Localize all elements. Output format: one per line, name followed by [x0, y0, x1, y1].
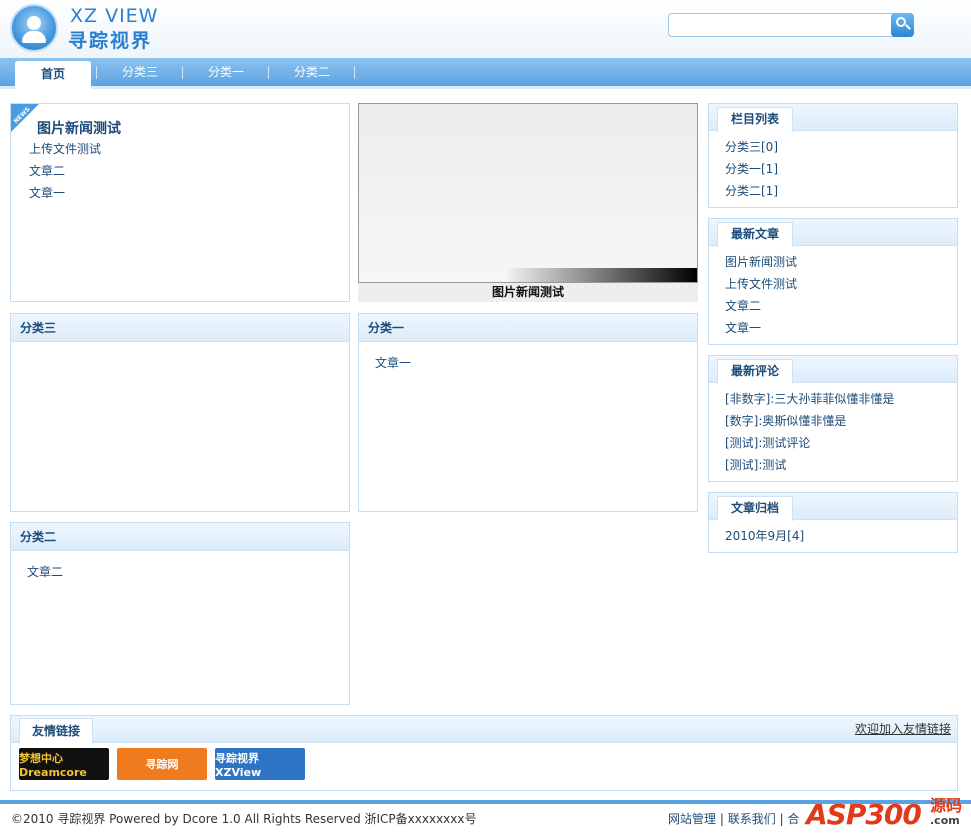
- category-list: 文章二: [11, 551, 349, 593]
- search-input[interactable]: [668, 13, 914, 37]
- friend-links-title: 友情链接: [19, 718, 94, 744]
- sidebar-comments: 最新评论 [非数字]:三大孙菲菲似懂非懂是 [数字]:奥斯似懂非懂是 [测试]:…: [708, 355, 958, 482]
- site-admin-link[interactable]: 网站管理: [668, 812, 716, 826]
- contact-link[interactable]: 联系我们: [728, 812, 776, 826]
- nav-item-home[interactable]: 首页: [15, 61, 91, 89]
- friend-logo-dreamcore[interactable]: 梦想中心 Dreamcore: [19, 748, 109, 780]
- sidebar-columns-title: 栏目列表: [717, 107, 794, 132]
- sidebar-column-link[interactable]: 分类二[1]: [725, 180, 941, 202]
- sidebar-latest-title: 最新文章: [717, 222, 794, 247]
- picture-news-list: NEWS 图片新闻测试 上传文件测试 文章二 文章一: [10, 103, 350, 302]
- article-link[interactable]: 文章二: [27, 561, 333, 583]
- category-box-title[interactable]: 分类二: [11, 523, 349, 551]
- watermark-cn: 源码: [930, 796, 963, 815]
- nav-divider: [96, 66, 97, 79]
- sidebar-comments-title: 最新评论: [717, 359, 794, 384]
- watermark-com: .com: [930, 814, 960, 827]
- sidebar-columns: 栏目列表 分类三[0] 分类一[1] 分类二[1]: [708, 103, 958, 208]
- picture-news-image[interactable]: [358, 103, 698, 283]
- category-box-3: 分类三: [10, 313, 350, 512]
- footer-trunc-link[interactable]: 合: [787, 812, 799, 826]
- sidebar-column-link[interactable]: 分类三[0]: [725, 136, 941, 158]
- friend-logo-xunzong[interactable]: 寻踪网: [117, 748, 207, 780]
- latest-article-link[interactable]: 文章二: [725, 295, 941, 317]
- latest-article-link[interactable]: 图片新闻测试: [725, 251, 941, 273]
- sidebar-archive-title: 文章归档: [717, 496, 794, 521]
- footer-separator: |: [719, 812, 724, 826]
- comment-link[interactable]: [测试]:测试: [725, 454, 941, 476]
- news-link[interactable]: 文章二: [29, 160, 101, 182]
- archive-link[interactable]: 2010年9月[4]: [725, 525, 941, 547]
- watermark-text: ASP300: [806, 798, 922, 831]
- friend-links: 友情链接 欢迎加入友情链接 梦想中心 Dreamcore 寻踪网 寻踪视界 XZ…: [10, 715, 958, 791]
- category-list: [11, 342, 349, 362]
- article-link[interactable]: 文章一: [375, 352, 681, 374]
- nav-divider: [268, 66, 269, 79]
- search-button[interactable]: [891, 13, 914, 37]
- news-link[interactable]: 上传文件测试: [29, 138, 101, 160]
- comment-link[interactable]: [数字]:奥斯似懂非懂是: [725, 410, 941, 432]
- sidebar-latest: 最新文章 图片新闻测试 上传文件测试 文章二 文章一: [708, 218, 958, 345]
- news-headline[interactable]: 图片新闻测试: [37, 118, 121, 138]
- category-box-2: 分类二 文章二: [10, 522, 350, 705]
- friend-logo-xzview[interactable]: 寻踪视界 XZView: [215, 748, 305, 780]
- category-list: 文章一: [359, 342, 697, 384]
- footer-links: 网站管理 | 联系我们 | 合: [668, 810, 799, 827]
- category-box-title[interactable]: 分类一: [359, 314, 697, 342]
- nav-divider: [182, 66, 183, 79]
- nav-divider: [354, 66, 355, 79]
- picture-caption[interactable]: 图片新闻测试: [358, 283, 698, 302]
- news-list: 上传文件测试 文章二 文章一: [29, 138, 101, 204]
- nav-item-category-1[interactable]: 分类一: [184, 58, 268, 86]
- footer-separator: |: [779, 812, 784, 826]
- nav-item-category-2[interactable]: 分类二: [270, 58, 354, 86]
- sidebar-archive: 文章归档 2010年9月[4]: [708, 492, 958, 553]
- header: XZ VIEW 寻踪视界: [0, 0, 971, 58]
- main-nav: 首页 分类三 分类一 分类二: [0, 58, 971, 89]
- news-link[interactable]: 文章一: [29, 182, 101, 204]
- join-links-link[interactable]: 欢迎加入友情链接: [855, 720, 951, 737]
- comment-link[interactable]: [测试]:测试评论: [725, 432, 941, 454]
- latest-article-link[interactable]: 文章一: [725, 317, 941, 339]
- watermark-logo: ASP300 源码 .com: [800, 786, 971, 840]
- footer-copyright: ©2010 寻踪视界 Powered by Dcore 1.0 All Righ…: [11, 812, 477, 826]
- latest-article-link[interactable]: 上传文件测试: [725, 273, 941, 295]
- logo-text-cn[interactable]: 寻踪视界: [68, 26, 152, 53]
- category-box-1: 分类一 文章一: [358, 313, 698, 512]
- nav-item-category-3[interactable]: 分类三: [98, 58, 182, 86]
- logo-text-en[interactable]: XZ VIEW: [70, 5, 158, 27]
- comment-link[interactable]: [非数字]:三大孙菲菲似懂非懂是: [725, 388, 941, 410]
- logo-icon[interactable]: [10, 4, 58, 52]
- image-gradient: [507, 268, 697, 282]
- sidebar-column-link[interactable]: 分类一[1]: [725, 158, 941, 180]
- category-box-title[interactable]: 分类三: [11, 314, 349, 342]
